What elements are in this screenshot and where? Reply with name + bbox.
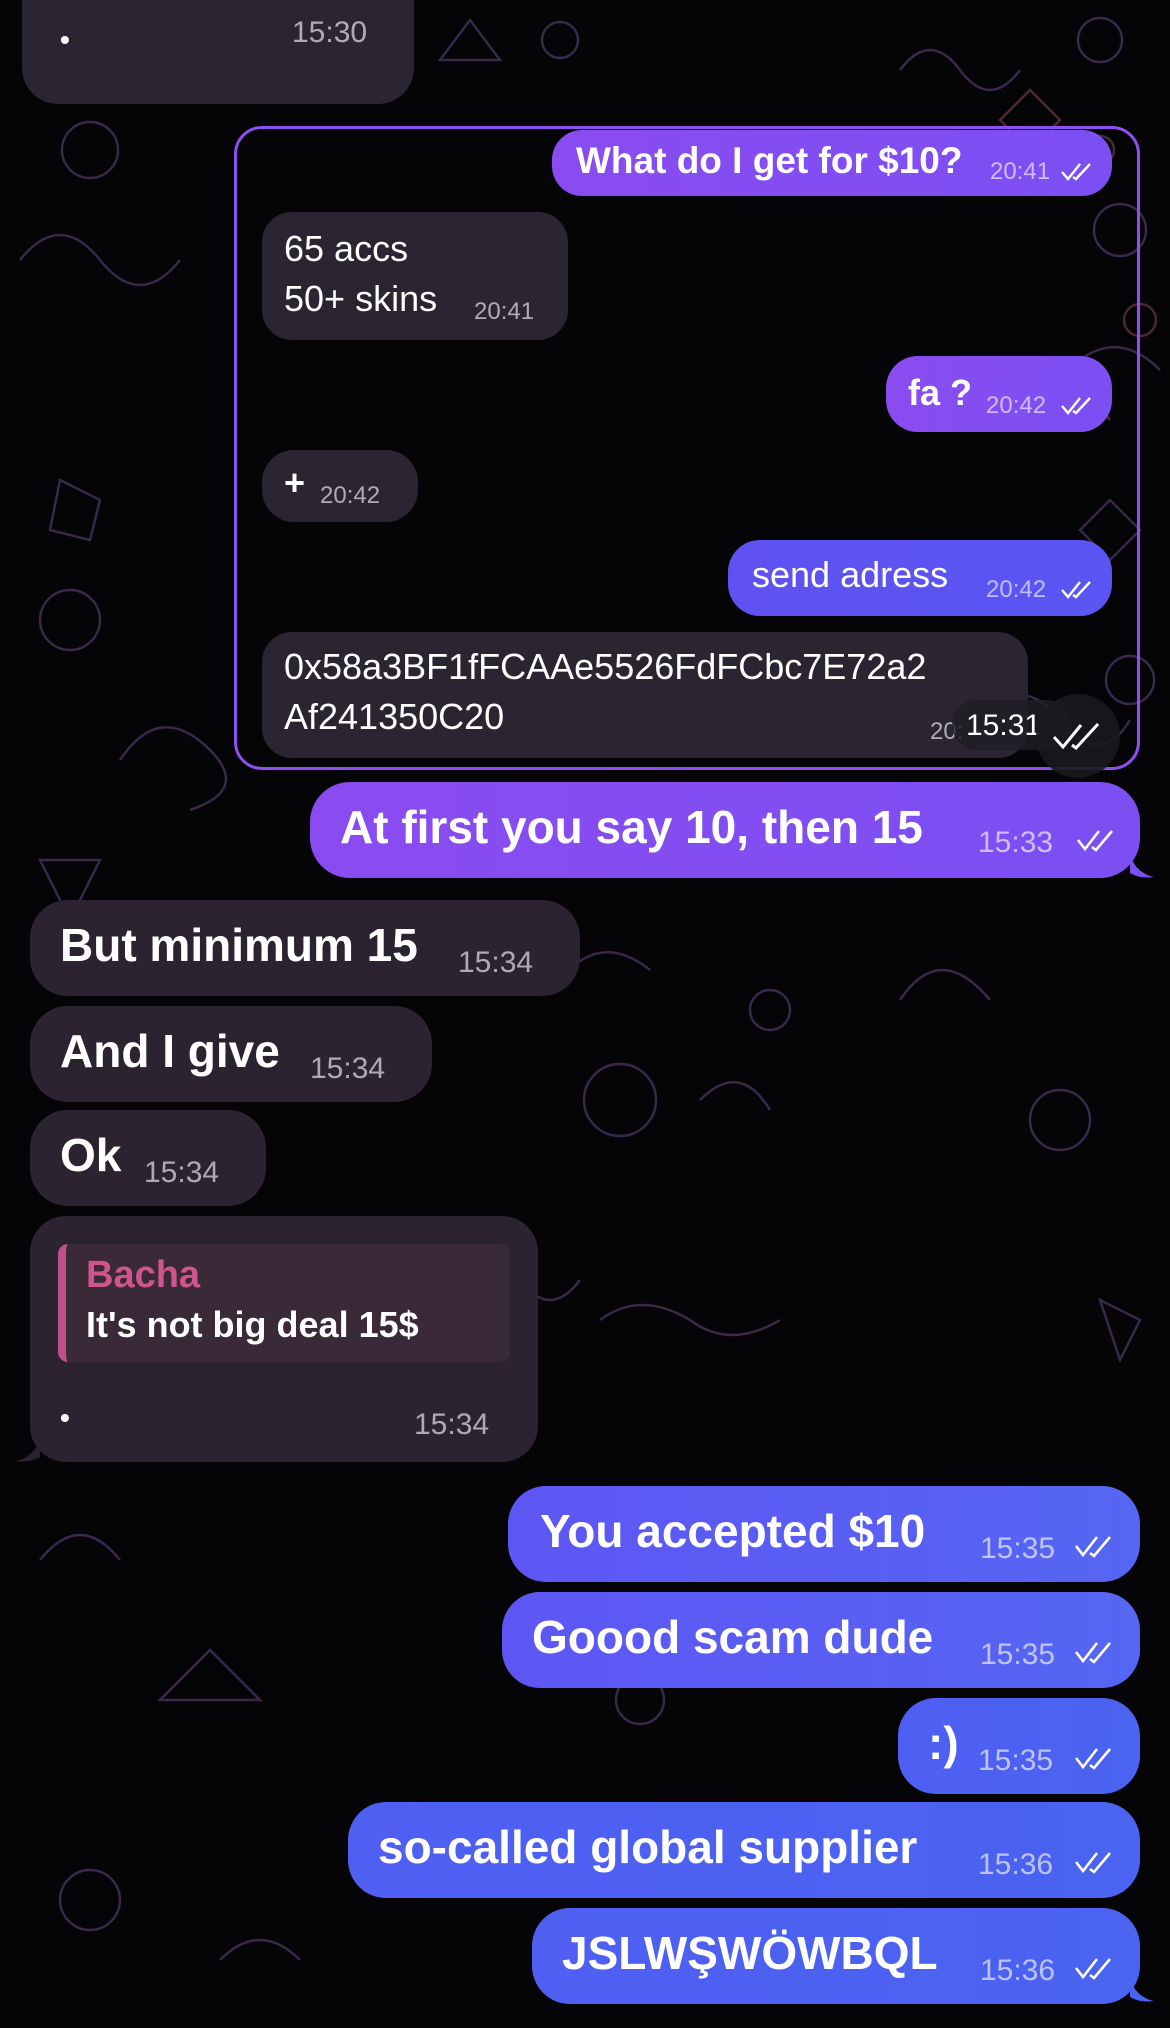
- message-text: so-called global supplier: [378, 1821, 918, 1873]
- message-text: 0x58a3BF1fFCAAe5526FdFCbc7E72a2: [284, 646, 927, 687]
- message-time: 15:33: [978, 826, 1054, 859]
- reply-quote[interactable]: Bacha It's not big deal 15$: [58, 1244, 510, 1362]
- double-check-icon: [1074, 1958, 1111, 1980]
- message-bubble-outgoing[interactable]: At first you say 10, then 15 15:33: [310, 782, 1140, 878]
- message-time: 15:36: [980, 1954, 1056, 1987]
- message-bubble-outgoing[interactable]: Goood scam dude 15:35: [502, 1592, 1140, 1688]
- double-check-icon: [1076, 830, 1113, 852]
- message-bubble-outgoing[interactable]: fa ? 20:42: [886, 356, 1112, 432]
- message-time: 15:30: [292, 16, 368, 49]
- reply-author: Bacha: [86, 1254, 201, 1296]
- message-text: •: [60, 1402, 70, 1433]
- message-bubble-outgoing[interactable]: JSLWŞWÖWBQL 15:36: [532, 1908, 1140, 2004]
- message-time: 20:41: [474, 298, 535, 325]
- message-text: Goood scam dude: [532, 1611, 934, 1663]
- double-check-icon: [1061, 397, 1091, 415]
- message-bubble-incoming[interactable]: But minimum 15 15:34: [30, 900, 580, 996]
- message-bubble-outgoing[interactable]: so-called global supplier 15:36: [348, 1802, 1140, 1898]
- double-check-icon: [1074, 1642, 1111, 1664]
- message-text: :): [928, 1717, 959, 1769]
- message-text: You accepted $10: [540, 1505, 926, 1557]
- message-text: send adress: [752, 554, 949, 595]
- message-time: 20:41: [990, 158, 1051, 185]
- message-time: 15:34: [310, 1052, 386, 1085]
- message-time: 15:36: [978, 1848, 1054, 1881]
- message-bubble-outgoing[interactable]: :) 15:35: [898, 1698, 1140, 1794]
- message-bubble-outgoing[interactable]: send adress 20:42: [728, 540, 1112, 616]
- message-time: 20:42: [986, 576, 1047, 603]
- double-check-icon: [1061, 163, 1091, 181]
- message-time: 15:34: [414, 1408, 490, 1441]
- tail-icon: [1130, 1979, 1154, 2002]
- message-time: 15:35: [980, 1532, 1056, 1565]
- message-bubble-incoming[interactable]: Bacha It's not big deal 15$ • 15:34: [30, 1216, 538, 1462]
- double-check-icon: [1074, 1748, 1111, 1770]
- double-check-icon: [1074, 1536, 1111, 1558]
- message-bubble-outgoing[interactable]: What do I get for $10? 20:41: [552, 130, 1112, 196]
- message-text: At first you say 10, then 15: [340, 801, 923, 853]
- tail-icon: [16, 1439, 40, 1462]
- message-time: 15:34: [144, 1156, 220, 1189]
- message-bubble-incoming[interactable]: 0x58a3BF1fFCAAe5526FdFCbc7E72a2 Af241350…: [262, 632, 1028, 758]
- message-bubble-incoming[interactable]: And I give 15:34: [30, 1006, 432, 1102]
- message-text: 50+ skins: [284, 278, 438, 319]
- check-circle-icon: [1036, 694, 1120, 778]
- message-time: 15:35: [980, 1638, 1056, 1671]
- message-text: What do I get for $10?: [576, 140, 963, 181]
- message-bubble-incoming[interactable]: + 20:42: [262, 450, 418, 522]
- message-bubble-incoming[interactable]: 65 accs 50+ skins 20:41: [262, 212, 568, 340]
- message-text: +: [284, 462, 306, 503]
- tail-icon: [1130, 855, 1154, 878]
- message-text: 65 accs: [284, 228, 409, 269]
- message-text: Ok: [60, 1129, 122, 1181]
- message-text: But minimum 15: [60, 919, 418, 971]
- message-text: And I give: [60, 1025, 280, 1077]
- message-time: 15:31: [966, 709, 1042, 742]
- message-text: fa ?: [908, 372, 973, 413]
- message-bubble-incoming[interactable]: • 15:30: [22, 0, 414, 104]
- message-time: 15:35: [978, 1744, 1054, 1777]
- message-text: Af241350C20: [284, 696, 505, 737]
- message-bubble-outgoing[interactable]: You accepted $10 15:35: [508, 1486, 1140, 1582]
- message-time: 20:42: [320, 482, 381, 509]
- message-text: •: [60, 24, 70, 55]
- reply-text: It's not big deal 15$: [86, 1304, 419, 1345]
- double-check-icon: [1074, 1852, 1111, 1874]
- message-time: 20:42: [986, 392, 1047, 419]
- double-check-icon: [1052, 722, 1100, 751]
- message-time: 15:34: [458, 946, 534, 979]
- message-bubble-incoming[interactable]: Ok 15:34: [30, 1110, 266, 1206]
- message-text: JSLWŞWÖWBQL: [562, 1927, 938, 1979]
- double-check-icon: [1061, 581, 1091, 599]
